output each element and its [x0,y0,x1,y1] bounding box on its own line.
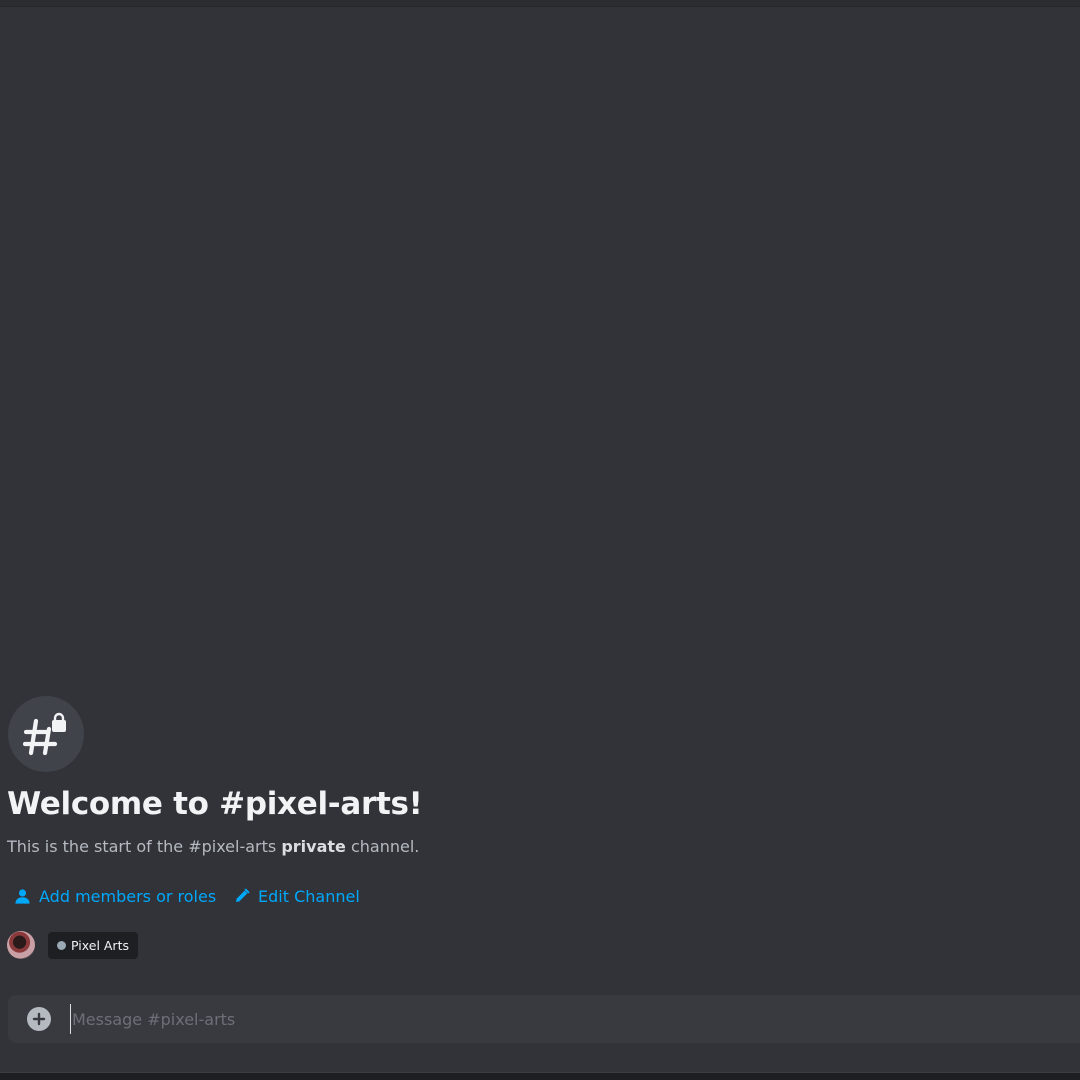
add-members-label: Add members or roles [39,886,217,906]
edit-channel-button[interactable]: Edit Channel [234,884,360,908]
message-composer [8,995,1080,1043]
role-name: Pixel Arts [71,938,129,953]
welcome-title: Welcome to #pixel-arts! [7,786,423,822]
welcome-subtitle-private: private [281,837,346,856]
welcome-subtitle: This is the start of the #pixel-arts pri… [7,837,419,856]
role-pill[interactable]: Pixel Arts [48,932,138,959]
pencil-icon [236,888,250,902]
welcome-subtitle-start: This is the start of the #pixel-arts [7,837,282,856]
edit-channel-label: Edit Channel [258,886,360,906]
hash-lock-icon [23,712,66,756]
avatar[interactable] [7,931,35,959]
role-color-dot [57,941,66,950]
add-members-button[interactable]: Add members or roles [14,884,216,908]
top-header-border [0,0,1080,7]
private-channel-icon [8,696,84,772]
message-input[interactable] [70,1004,1080,1034]
person-icon [15,888,30,904]
plus-circle-icon [32,1012,46,1026]
welcome-subtitle-end: channel. [345,837,420,856]
bottom-border [0,1072,1080,1080]
attach-button[interactable] [27,1007,51,1031]
